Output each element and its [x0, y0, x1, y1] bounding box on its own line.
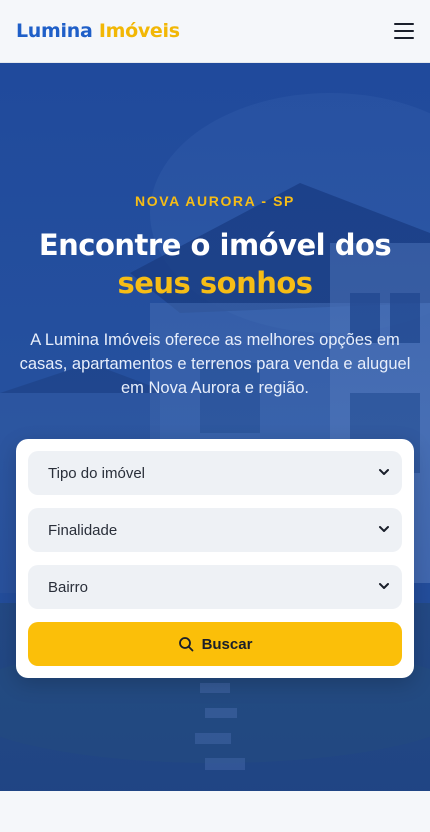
site-header: Lumina Imóveis	[0, 0, 430, 63]
chevron-down-icon	[379, 583, 389, 589]
logo[interactable]: Lumina Imóveis	[16, 20, 180, 42]
logo-part-1: Lumina	[16, 20, 93, 42]
purpose-select[interactable]: Finalidade	[28, 508, 402, 552]
chevron-down-icon	[379, 469, 389, 475]
logo-part-2: Imóveis	[98, 20, 180, 42]
hero-description: A Lumina Imóveis oferece as melhores opç…	[19, 331, 411, 397]
district-value: Bairro	[48, 578, 89, 596]
hero-overlay	[0, 63, 430, 791]
hamburger-menu-icon[interactable]	[394, 23, 414, 39]
hero-title-line1: Encontre o imóvel dos	[38, 228, 392, 262]
district-select[interactable]: Bairro	[28, 565, 402, 609]
hero-section: NOVA AURORA - SP Encontre o imóvel dos s…	[0, 63, 430, 791]
property-type-select[interactable]: Tipo do imóvel	[28, 451, 402, 495]
hero-kicker: NOVA AURORA - SP	[135, 193, 295, 209]
search-button-label: Buscar	[201, 635, 253, 653]
property-type-value: Tipo do imóvel	[48, 464, 145, 482]
search-card: Tipo do imóvel Finalidade Bairro Buscar	[16, 439, 414, 678]
next-section-top	[0, 791, 430, 832]
hero-title: Encontre o imóvel dos seus sonhos	[0, 226, 430, 302]
search-button[interactable]: Buscar	[28, 622, 402, 666]
hero-title-highlight: seus sonhos	[117, 266, 313, 300]
purpose-value: Finalidade	[48, 521, 118, 539]
chevron-down-icon	[379, 526, 389, 532]
search-icon	[178, 637, 193, 652]
